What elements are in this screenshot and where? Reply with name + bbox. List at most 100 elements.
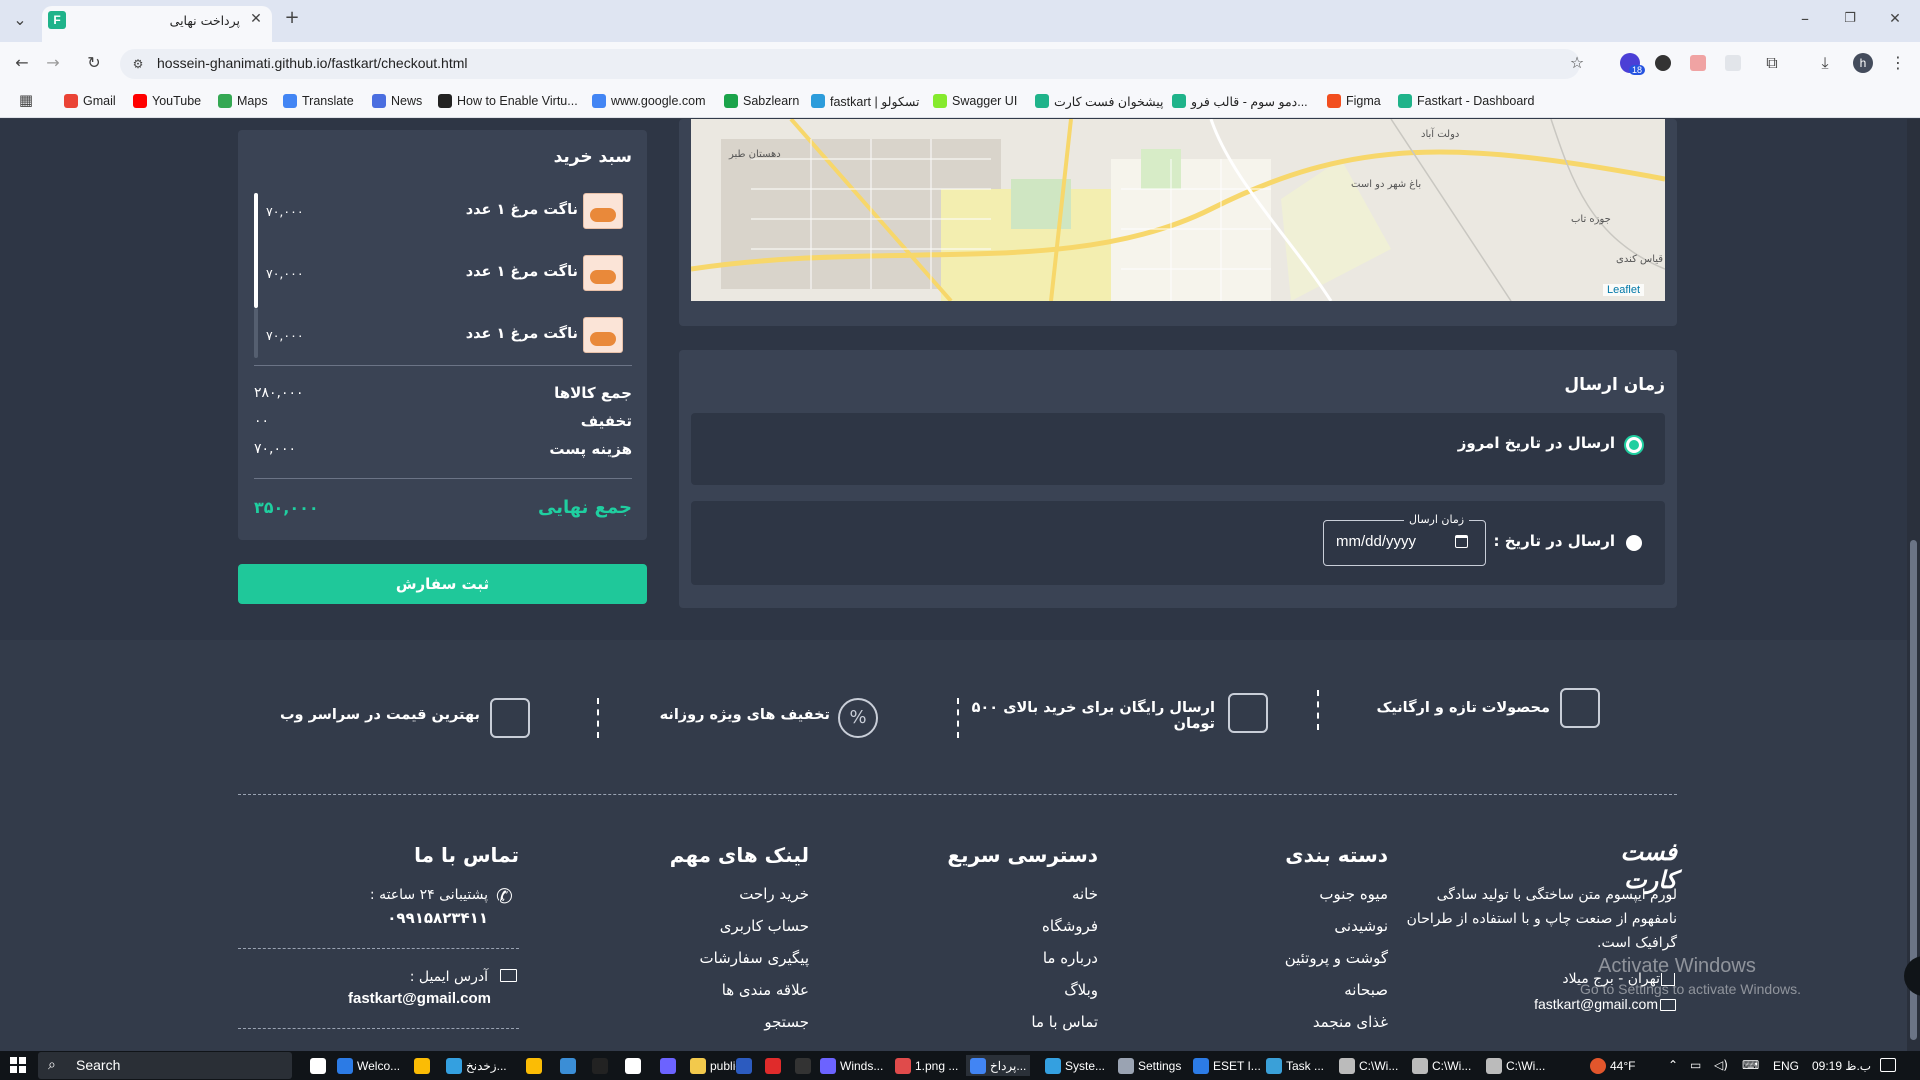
keyboard-icon[interactable]: ⌨ [1742, 1058, 1759, 1072]
contact-divider [238, 1028, 519, 1029]
radio-date[interactable] [1626, 535, 1642, 551]
taskbar-app[interactable]: زخدنخ... [446, 1055, 507, 1076]
taskbar-app[interactable]: Settings [1118, 1055, 1181, 1076]
back-icon[interactable]: ← [12, 54, 32, 72]
network-icon[interactable]: ▭ [1690, 1058, 1701, 1072]
taskbar-app[interactable]: C:\Wi... [1412, 1055, 1471, 1076]
tab-title: پرداخت نهایی [169, 13, 240, 28]
footer-link[interactable]: میوه جنوب [1200, 885, 1388, 903]
reload-icon[interactable]: ↻ [84, 54, 104, 72]
calendar-icon[interactable] [1455, 535, 1468, 548]
footer-link[interactable]: فروشگاه [900, 917, 1098, 935]
taskbar-pinned-icon[interactable] [560, 1058, 576, 1074]
footer-link[interactable]: علاقه مندی ها [600, 981, 809, 999]
date-input-legend: زمان ارسال [1404, 513, 1470, 526]
taskbar-pinned-icon[interactable] [414, 1058, 430, 1074]
bookmark-item[interactable]: Maps [218, 91, 268, 111]
bookmark-item[interactable]: News [372, 91, 422, 111]
language-indicator[interactable]: ENG [1773, 1059, 1799, 1073]
bookmark-item[interactable]: Swagger UI [933, 91, 1017, 111]
footer-link[interactable]: حساب کاربری [600, 917, 809, 935]
footer-link[interactable]: صبحانه [1200, 981, 1388, 999]
bookmark-item[interactable]: fastkart | تسکولو [811, 91, 919, 111]
cart-item-name[interactable]: ناگت مرغ ۱ عدد [420, 326, 578, 342]
extension-4-icon[interactable] [1725, 55, 1741, 71]
cart-item-name[interactable]: ناگت مرغ ۱ عدد [420, 264, 578, 280]
extensions-puzzle-icon[interactable]: ⧉ [1762, 54, 1782, 72]
leaflet-attribution[interactable]: Leaflet [1603, 284, 1645, 296]
menu-kebab-icon[interactable]: ⋮ [1888, 54, 1908, 72]
close-window-icon[interactable]: ✕ [1885, 10, 1905, 28]
radio-today[interactable] [1626, 437, 1642, 453]
bookmark-item[interactable]: How to Enable Virtu... [438, 91, 578, 111]
footer-link[interactable]: پیگیری سفارشات [600, 949, 809, 967]
taskbar-pinned-icon[interactable] [736, 1058, 752, 1074]
windows-start-icon[interactable] [10, 1057, 26, 1073]
bookmark-item[interactable]: پیشخوان فست کارت [1035, 91, 1164, 111]
bookmark-item[interactable]: Fastkart - Dashboard [1398, 91, 1534, 111]
bookmark-item[interactable]: YouTube [133, 91, 201, 111]
footer-link[interactable]: درباره ما [900, 949, 1098, 967]
site-info-icon[interactable]: ⚙ [130, 55, 146, 73]
minimize-icon[interactable]: – [1795, 10, 1815, 28]
tray-chevron-icon[interactable]: ⌃ [1668, 1058, 1678, 1072]
map-label: دولت آباد [1421, 129, 1460, 140]
footer-link[interactable]: نوشیدنی [1200, 917, 1388, 935]
footer-link[interactable]: گوشت و پروتئین [1200, 949, 1388, 967]
taskbar-pinned-icon[interactable] [625, 1058, 641, 1074]
cart-scrollbar[interactable] [254, 193, 258, 308]
bookmark-label: دمو سوم - قالب فرو... [1191, 94, 1308, 109]
taskbar-app[interactable]: public [690, 1055, 741, 1076]
extension-2-icon[interactable] [1655, 55, 1671, 71]
new-tab-icon[interactable]: + [282, 9, 302, 27]
email-label: آدرس ایمیل : [409, 969, 488, 985]
footer-link[interactable]: تماس با ما [900, 1013, 1098, 1031]
close-tab-icon[interactable]: ✕ [247, 10, 265, 28]
cart-item-name[interactable]: ناگت مرغ ۱ عدد [420, 202, 578, 218]
footer-link[interactable]: جستجو [600, 1013, 809, 1031]
taskbar-app[interactable]: پرداخ... [966, 1055, 1031, 1076]
notification-icon[interactable] [1880, 1058, 1896, 1072]
taskbar-pinned-icon[interactable] [310, 1058, 326, 1074]
restore-icon[interactable]: ❐ [1840, 10, 1860, 28]
taskbar-pinned-icon[interactable] [526, 1058, 542, 1074]
taskbar-app[interactable]: Winds... [820, 1055, 883, 1076]
place-order-button[interactable]: ثبت سفارش [238, 564, 647, 604]
url-text[interactable]: hossein-ghanimati.github.io/fastkart/che… [157, 55, 468, 71]
contact-email[interactable]: fastkart@gmail.com [300, 990, 491, 1007]
taskbar-app[interactable]: ESET I... [1193, 1055, 1261, 1076]
taskbar-app[interactable]: Task ... [1266, 1055, 1324, 1076]
taskbar-app[interactable]: Welco... [337, 1055, 400, 1076]
bookmark-item[interactable]: Gmail [64, 91, 116, 111]
extension-3-icon[interactable] [1690, 55, 1706, 71]
taskbar-pinned-icon[interactable] [765, 1058, 781, 1074]
weather-widget[interactable]: 44°F [1590, 1055, 1635, 1076]
bookmark-item[interactable]: دمو سوم - قالب فرو... [1172, 91, 1308, 111]
footer-link[interactable]: وبلاگ [900, 981, 1098, 999]
tab-search-chevron-icon[interactable]: ⌄ [10, 11, 30, 29]
footer-link[interactable]: غذای منجمد [1200, 1013, 1388, 1031]
taskbar-pinned-icon[interactable] [592, 1058, 608, 1074]
footer-email[interactable]: fastkart@gmail.com [1450, 996, 1658, 1012]
bookmark-item[interactable]: Figma [1327, 91, 1381, 111]
taskbar-app[interactable]: C:\Wi... [1486, 1055, 1545, 1076]
bookmark-item[interactable]: Sabzlearn [724, 91, 799, 111]
volume-icon[interactable]: ◁) [1714, 1058, 1728, 1072]
download-icon[interactable]: ⤓ [1815, 54, 1835, 72]
profile-avatar[interactable]: h [1853, 53, 1873, 73]
taskbar-app[interactable]: C:\Wi... [1339, 1055, 1398, 1076]
taskbar-pinned-icon[interactable] [660, 1058, 676, 1074]
support-phone[interactable]: ۰۹۹۱۵۸۲۳۴۱۱ [330, 909, 488, 927]
taskbar-pinned-icon[interactable] [795, 1058, 811, 1074]
bookmark-item[interactable]: Translate [283, 91, 354, 111]
bookmark-star-icon[interactable]: ☆ [1567, 54, 1587, 72]
clock[interactable]: 09:19 ب.ظ [1812, 1059, 1871, 1073]
taskbar-app[interactable]: Syste... [1045, 1055, 1105, 1076]
bookmark-item[interactable]: www.google.com [592, 91, 706, 111]
forward-icon[interactable]: → [43, 54, 63, 72]
footer-link[interactable]: خانه [900, 885, 1098, 903]
footer-link[interactable]: خرید راحت [600, 885, 809, 903]
taskbar-app[interactable]: 1.png ... [895, 1055, 958, 1076]
map[interactable]: دولت آباد باغ شهر دو است جوزه تاب قیاس ک… [691, 119, 1665, 301]
apps-grid-icon[interactable]: ▦ [16, 91, 36, 109]
